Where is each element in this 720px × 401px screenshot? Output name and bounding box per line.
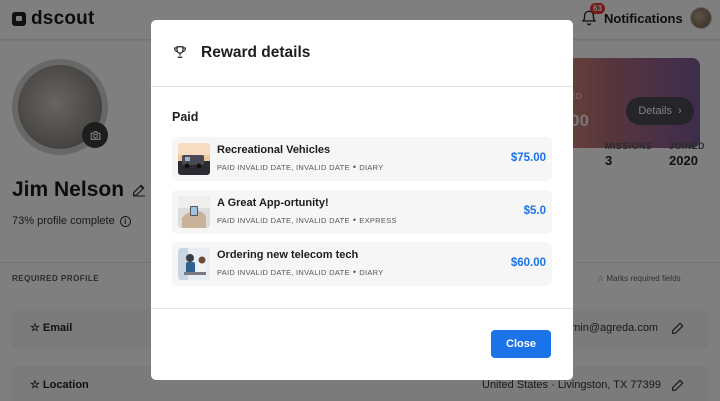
trophy-icon: [173, 45, 187, 64]
reward-amount: $5.0: [523, 205, 546, 217]
close-button[interactable]: Close: [491, 330, 551, 358]
reward-meta: PAID INVALID DATE, INVALID DATE • EXPRES…: [217, 215, 397, 226]
reward-status: PAID INVALID DATE, INVALID DATE: [217, 216, 350, 225]
reward-meta: PAID INVALID DATE, INVALID DATE • DIARY: [217, 162, 384, 173]
reward-meta: PAID INVALID DATE, INVALID DATE • DIARY: [217, 267, 384, 278]
reward-status: PAID INVALID DATE, INVALID DATE: [217, 163, 350, 172]
reward-title: Ordering new telecom tech: [217, 249, 359, 261]
modal-title: Reward details: [201, 44, 311, 61]
reward-type: EXPRESS: [359, 216, 397, 225]
separator-dot: •: [352, 267, 357, 277]
paid-section-title: Paid: [172, 110, 199, 124]
modal-header: Reward details: [151, 20, 573, 87]
reward-type: DIARY: [359, 268, 384, 277]
reward-amount: $75.00: [510, 152, 546, 164]
reward-item[interactable]: A Great App-ortunity! PAID INVALID DATE,…: [172, 190, 552, 234]
reward-title: A Great App-ortunity!: [217, 197, 329, 209]
modal-footer-divider: [151, 308, 573, 309]
reward-status: PAID INVALID DATE, INVALID DATE: [217, 268, 350, 277]
reward-details-modal: Reward details Paid Recreational Vehicle…: [151, 20, 573, 380]
reward-amount: $60.00: [510, 257, 546, 269]
separator-dot: •: [352, 215, 357, 225]
reward-type: DIARY: [359, 163, 384, 172]
rv-photo-icon: [178, 143, 210, 175]
hands-photo-icon: [178, 196, 210, 228]
reward-title: Recreational Vehicles: [217, 144, 331, 156]
reward-item[interactable]: Ordering new telecom tech PAID INVALID D…: [172, 242, 552, 286]
reward-item[interactable]: Recreational Vehicles PAID INVALID DATE,…: [172, 137, 552, 181]
office-photo-icon: [178, 248, 210, 280]
separator-dot: •: [352, 162, 357, 172]
